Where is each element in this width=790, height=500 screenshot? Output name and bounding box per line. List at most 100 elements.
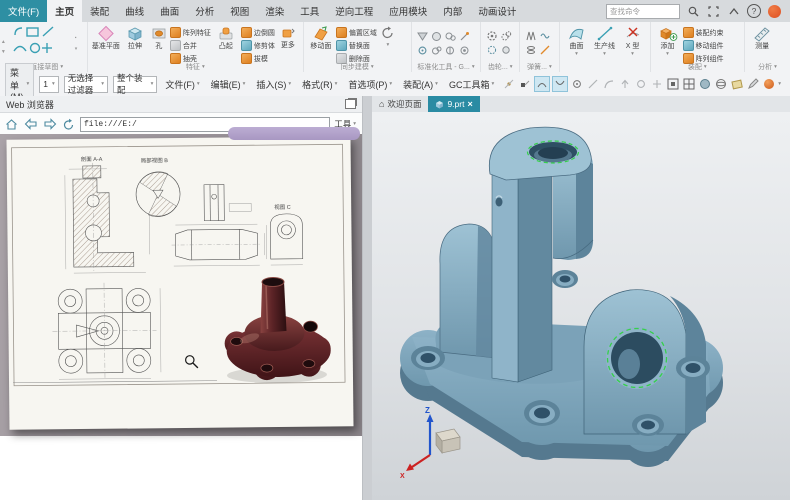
menu-assembly[interactable]: 装配(A)▾ [400, 78, 441, 91]
assembly-constraints-button[interactable]: 装配约束 [683, 27, 724, 38]
account-status-icon[interactable] [768, 5, 781, 18]
refresh-icon[interactable] [61, 117, 76, 132]
browser-content[interactable]: 剖面 A-A 局部视图 B [0, 134, 362, 500]
gear-icon[interactable] [499, 44, 512, 57]
view-wireframe-icon[interactable] [714, 77, 728, 91]
group-dialog-caret-icon[interactable]: ▾ [60, 64, 63, 70]
tool-icon[interactable] [444, 30, 457, 43]
sketch-curves-icons[interactable] [11, 25, 73, 55]
feature-more-button[interactable]: 更多 [277, 25, 299, 49]
group-dialog-caret-icon[interactable]: ▾ [371, 64, 374, 70]
gear-icon[interactable] [499, 30, 512, 43]
spring-icon[interactable] [538, 44, 551, 57]
back-icon[interactable] [23, 117, 38, 132]
tab-internal[interactable]: 内部 [435, 0, 470, 22]
tab-analysis[interactable]: 分析 [187, 0, 222, 22]
fullscreen-icon[interactable] [707, 5, 720, 18]
edit-section-icon[interactable] [730, 77, 744, 91]
pattern-feature-button[interactable]: 阵列特征 [170, 27, 211, 38]
hole-button[interactable]: 孔 [150, 25, 168, 50]
measure-button[interactable]: 测量 [749, 25, 775, 50]
group-dialog-caret-icon[interactable]: ▾ [472, 64, 475, 70]
surface-button[interactable]: 曲面▾ [564, 25, 590, 57]
tool-icon[interactable] [416, 44, 429, 57]
tool-icon[interactable] [458, 30, 471, 43]
spring-icon[interactable] [524, 30, 537, 43]
group-dialog-caret-icon[interactable]: ▾ [549, 64, 552, 70]
group-dialog-caret-icon[interactable]: ▾ [704, 64, 707, 70]
x-form-button[interactable]: X 型▾ [620, 25, 646, 57]
snap-plus-icon[interactable] [650, 77, 664, 91]
move-face-button[interactable]: 移动面 [308, 25, 334, 50]
tab-animation-design[interactable]: 动画设计 [470, 0, 524, 22]
snap-point-icon[interactable] [502, 77, 516, 91]
replace-face-button[interactable]: 替换面 [336, 40, 377, 51]
snap-center-icon[interactable] [570, 77, 584, 91]
tab-tools[interactable]: 工具 [292, 0, 327, 22]
tool-icon[interactable] [416, 30, 429, 43]
menu-insert[interactable]: 插入(S)▾ [253, 78, 294, 91]
snap-endpoint-icon[interactable] [518, 77, 532, 91]
snap-intersection-icon[interactable] [552, 76, 568, 92]
toolbar-overflow-caret-icon[interactable]: ▾ [778, 81, 781, 87]
group-dialog-caret-icon[interactable]: ▾ [510, 64, 513, 70]
tool-icon[interactable] [430, 44, 443, 57]
trim-body-button[interactable]: 修剪体 [241, 40, 275, 51]
view-shaded-icon[interactable] [698, 77, 712, 91]
tab-assembly[interactable]: 装配 [82, 0, 117, 22]
emboss-button[interactable]: 凸起 [213, 25, 239, 50]
group-dialog-caret-icon[interactable]: ▾ [774, 64, 777, 70]
3d-viewport[interactable]: Z X [372, 112, 790, 500]
search-icon[interactable] [687, 5, 700, 18]
minimize-ribbon-icon[interactable] [727, 5, 740, 18]
sketch-group-scroll[interactable]: ▪▾ [75, 35, 78, 52]
tab-part-document[interactable]: 9.prt × [428, 96, 479, 112]
gear-icon[interactable] [485, 44, 498, 57]
ruled-line-button[interactable]: 生产线▾ [592, 25, 618, 57]
tool-icon[interactable] [444, 44, 457, 57]
tab-application-modules[interactable]: 应用模块 [381, 0, 435, 22]
edge-blend-button[interactable]: 边倒圆 [241, 27, 275, 38]
move-component-button[interactable]: 移动组件 [683, 40, 724, 51]
snap-midpoint-icon[interactable] [534, 76, 550, 92]
unite-button[interactable]: 合并 [170, 40, 211, 51]
snap-arrow-up-icon[interactable] [618, 77, 632, 91]
selection-scope-dropdown[interactable]: 整个装配▾ [113, 76, 157, 93]
menu-gc-toolbox[interactable]: GC工具箱▾ [446, 78, 497, 91]
menu-format[interactable]: 格式(R)▾ [299, 78, 340, 91]
menu-file[interactable]: 文件(F)▾ [162, 78, 202, 91]
command-search-input[interactable] [606, 4, 680, 19]
selection-count-dropdown[interactable]: 1▾ [39, 76, 59, 93]
forward-icon[interactable] [42, 117, 57, 132]
help-icon[interactable]: ? [747, 4, 761, 18]
undock-panel-icon[interactable] [345, 99, 356, 109]
close-tab-icon[interactable]: × [467, 99, 472, 109]
offset-region-button[interactable]: 偏置区域 [336, 27, 377, 38]
extrude-button[interactable]: 拉伸 [122, 25, 148, 50]
menu-edit[interactable]: 编辑(E)▾ [208, 78, 249, 91]
snap-arc-icon[interactable] [602, 77, 616, 91]
home-icon[interactable] [4, 117, 19, 132]
tab-welcome-page[interactable]: ⌂ 欢迎页面 [372, 96, 428, 112]
group-dialog-caret-icon[interactable]: ▾ [202, 64, 205, 70]
spring-icon[interactable] [538, 30, 551, 43]
tool-icon[interactable] [458, 44, 471, 57]
view-orient-icon[interactable] [682, 77, 696, 91]
view-fit-icon[interactable] [666, 77, 680, 91]
tab-reverse-engineering[interactable]: 逆向工程 [327, 0, 381, 22]
menu-preferences[interactable]: 首选项(P)▾ [345, 78, 395, 91]
tab-curve[interactable]: 曲线 [117, 0, 152, 22]
gear-icon[interactable] [485, 30, 498, 43]
spring-icon[interactable] [524, 44, 537, 57]
pencil-icon[interactable] [746, 77, 760, 91]
tab-surface[interactable]: 曲面 [152, 0, 187, 22]
tab-view[interactable]: 视图 [222, 0, 257, 22]
tab-home[interactable]: 主页 [47, 0, 82, 22]
tab-render[interactable]: 渲染 [257, 0, 292, 22]
add-component-button[interactable]: 添加▾ [655, 25, 681, 57]
sync-more-button[interactable]: ▾ [379, 25, 397, 48]
datum-plane-button[interactable]: 基准平面 [92, 25, 120, 50]
selection-filter-dropdown[interactable]: 无选择过滤器▾ [64, 76, 108, 93]
file-menu-button[interactable]: 文件(F) [0, 0, 47, 22]
snap-circle-icon[interactable] [634, 77, 648, 91]
